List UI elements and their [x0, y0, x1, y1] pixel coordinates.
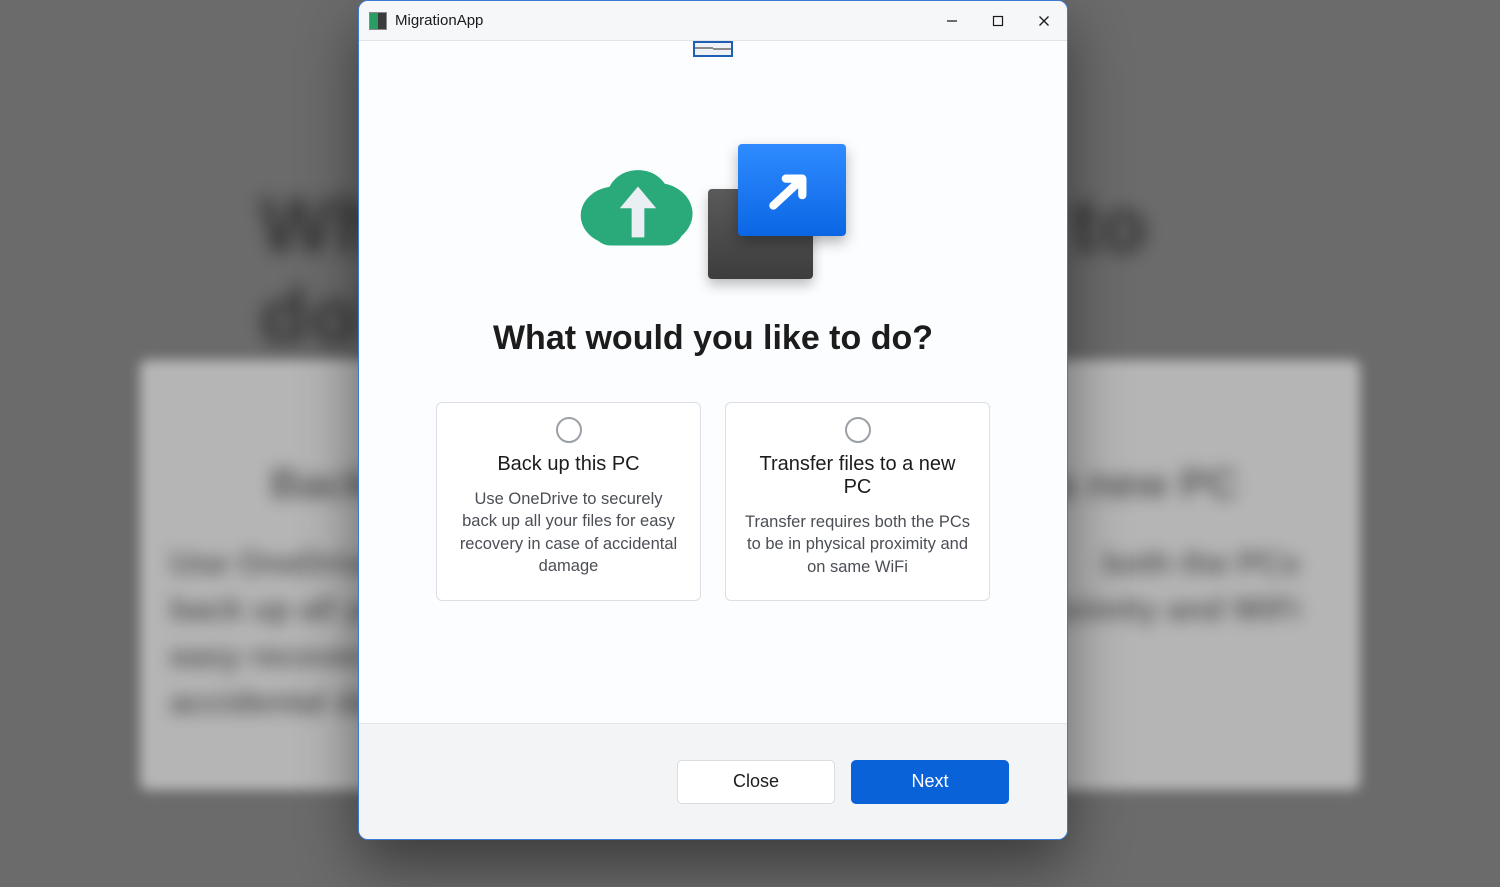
titlebar[interactable]: MigrationApp [359, 1, 1067, 41]
minimize-icon [946, 15, 958, 27]
app-icon [369, 12, 387, 30]
close-button[interactable]: Close [677, 760, 835, 804]
drag-handle-area [359, 41, 1067, 59]
shortcut-arrow-icon [738, 144, 846, 236]
option-title: Transfer files to a new PC [744, 453, 971, 499]
option-transfer-files[interactable]: Transfer files to a new PC Transfer requ… [725, 402, 990, 601]
window-controls [929, 1, 1067, 41]
next-button[interactable]: Next [851, 760, 1009, 804]
dialog-content: What would you like to do? Back up this … [359, 59, 1067, 723]
close-window-button[interactable] [1021, 1, 1067, 41]
option-description: Transfer requires both the PCs to be in … [744, 511, 971, 578]
dialog-footer: Close Next [359, 723, 1067, 839]
option-backup-this-pc[interactable]: Back up this PC Use OneDrive to securely… [436, 402, 701, 601]
hero-illustration [573, 139, 853, 289]
window-title: MigrationApp [395, 12, 483, 29]
maximize-icon [992, 15, 1004, 27]
close-icon [1038, 15, 1050, 27]
option-title: Back up this PC [455, 453, 682, 476]
minimize-button[interactable] [929, 1, 975, 41]
option-description: Use OneDrive to securely back up all you… [455, 488, 682, 577]
heading: What would you like to do? [493, 319, 933, 358]
maximize-button[interactable] [975, 1, 1021, 41]
radio-transfer[interactable] [845, 417, 871, 443]
drag-handle-icon[interactable] [693, 41, 733, 57]
migration-app-window: MigrationApp [358, 0, 1068, 840]
radio-backup[interactable] [556, 417, 582, 443]
cloud-upload-icon [563, 161, 713, 261]
options-row: Back up this PC Use OneDrive to securely… [436, 402, 990, 601]
